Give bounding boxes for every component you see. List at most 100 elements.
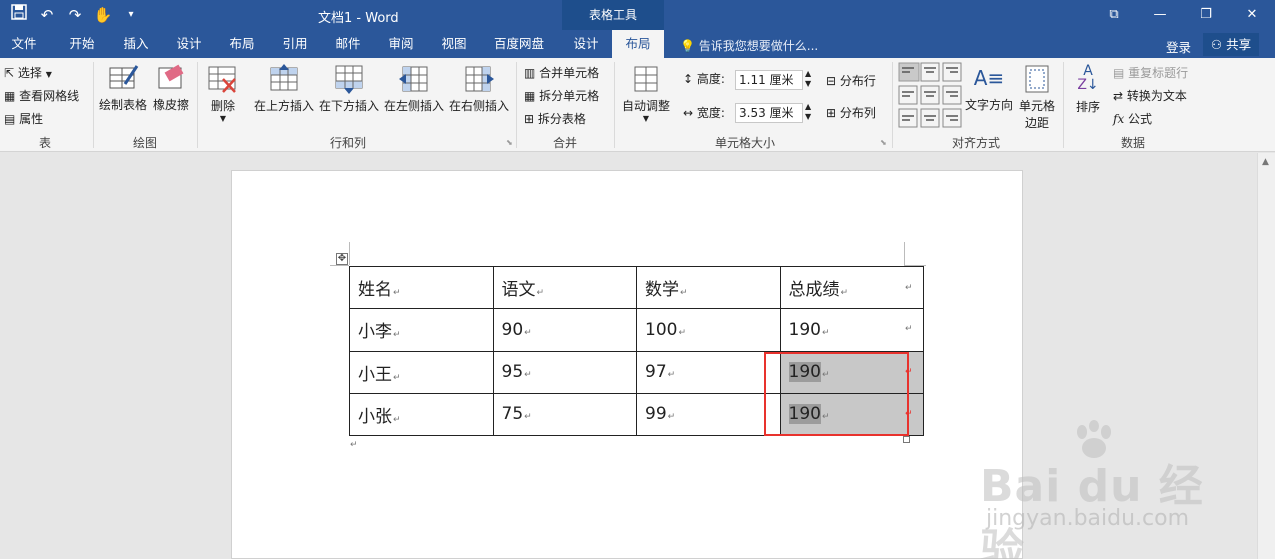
width-spinner[interactable]: ▲ ▼ [805, 102, 811, 122]
table-cell[interactable]: 99↵ [636, 392, 781, 437]
group-label-merge: 合并 [552, 136, 577, 150]
restore-icon[interactable]: ❐ [1183, 0, 1229, 30]
split-cells-button[interactable]: ▦ 拆分单元格 [524, 87, 599, 104]
formula-button[interactable]: fx 公式 [1113, 110, 1152, 127]
login-link[interactable]: 登录 [1166, 37, 1191, 56]
text-direction-icon: A≡ [973, 66, 1005, 90]
vertical-scrollbar[interactable]: ▲ [1257, 153, 1275, 559]
share-button[interactable]: ⚇ 共享 [1203, 33, 1259, 56]
paragraph-mark: ↵ [393, 414, 401, 425]
scroll-up-arrow-icon[interactable]: ▲ [1262, 157, 1269, 167]
share-label: 共享 [1226, 37, 1252, 52]
width-input[interactable]: 3.53 厘米 [735, 103, 803, 123]
paragraph-mark: ↵ [524, 327, 532, 338]
close-icon[interactable]: ✕ [1229, 0, 1275, 30]
save-icon[interactable] [8, 4, 30, 26]
draw-table-button[interactable]: 绘制表格 [98, 64, 148, 113]
insert-right-button[interactable]: 在右侧插入 [448, 64, 510, 114]
table-header-cell[interactable]: 语文↵ [492, 265, 637, 310]
cell-text: 97 [645, 362, 667, 383]
table-cell[interactable]: 190↵ [779, 308, 924, 352]
sort-button[interactable]: A Z↓ 排序 [1071, 64, 1105, 115]
insert-above-button[interactable]: 在上方插入 [253, 64, 315, 114]
table-header-cell[interactable]: 数学↵ [636, 265, 781, 310]
repeat-header-label: 重复标题行 [1128, 66, 1189, 80]
paragraph-mark: ↵ [536, 288, 545, 299]
repeat-header-button[interactable]: ▤ 重复标题行 [1113, 64, 1188, 81]
table-move-handle-icon[interactable]: ✥ [336, 253, 348, 265]
ribbon-display-icon[interactable]: ⧉ [1091, 0, 1137, 30]
select-button[interactable]: ⇱ 选择 ▼ [4, 64, 52, 81]
distribute-cols-icon: ⊞ [826, 106, 837, 120]
cell-text: 数学 [645, 280, 679, 301]
table-cell[interactable]: 小李↵ [349, 308, 494, 352]
cursor-arrow-icon: ⇱ [4, 66, 15, 80]
properties-button[interactable]: ▤ 属性 [4, 110, 43, 127]
insert-below-button[interactable]: 在下方插入 [318, 64, 380, 114]
cell-text: 190 [788, 319, 821, 340]
minimize-icon[interactable]: — [1137, 0, 1183, 30]
tab-home[interactable]: 开始 [58, 30, 106, 58]
window-controls: ⧉ — ❐ ✕ [1091, 0, 1275, 30]
insert-right-icon [465, 66, 494, 92]
distribute-rows-button[interactable]: ⊟ 分布行 [826, 72, 876, 89]
paragraph-mark: ↵ [678, 327, 686, 338]
tab-view[interactable]: 视图 [430, 30, 478, 58]
tab-design[interactable]: 设计 [165, 30, 213, 58]
cell-text: 小张 [358, 406, 392, 427]
redo-icon[interactable]: ↷ [64, 4, 86, 26]
tab-baidu-netdisk[interactable]: 百度网盘 [485, 30, 553, 58]
delete-button[interactable]: 删除 ▼ [203, 64, 243, 123]
cell-text: 90 [501, 319, 524, 340]
table-resize-handle[interactable] [903, 436, 910, 443]
paragraph-mark: ↵ [393, 330, 401, 341]
cell-margins-label-2: 边距 [1024, 116, 1049, 130]
height-input[interactable]: 1.11 厘米 [735, 70, 803, 90]
table-cell[interactable]: 97↵ [636, 350, 781, 394]
width-icon: ↔ [683, 106, 694, 120]
table-cell[interactable]: 小王↵ [349, 350, 494, 394]
dialog-launcher-icon[interactable]: ⬊ [506, 138, 513, 147]
height-label: ↕ 高度: [683, 70, 725, 87]
tab-references[interactable]: 引用 [271, 30, 319, 58]
height-spinner[interactable]: ▲ ▼ [805, 69, 811, 89]
table-cell[interactable]: 95↵ [492, 350, 637, 394]
tab-table-design[interactable]: 设计 [562, 30, 610, 58]
alignment-buttons-icon[interactable] [898, 62, 962, 128]
split-table-button[interactable]: ⊞ 拆分表格 [524, 110, 586, 127]
lightbulb-icon: 💡 [680, 39, 695, 53]
dialog-launcher-icon[interactable]: ⬊ [880, 138, 887, 147]
convert-to-text-icon: ⇄ [1113, 89, 1124, 103]
distribute-cols-button[interactable]: ⊞ 分布列 [826, 104, 876, 121]
convert-to-text-button[interactable]: ⇄ 转换为文本 [1113, 87, 1187, 104]
tab-insert[interactable]: 插入 [112, 30, 160, 58]
merge-cells-button[interactable]: ▥ 合并单元格 [524, 64, 599, 81]
tell-me-box[interactable]: 💡 告诉我您想要做什么... [680, 37, 818, 54]
autofit-button[interactable]: 自动调整 ▼ [620, 64, 672, 123]
table-header-cell[interactable]: 姓名↵ [349, 265, 494, 310]
table-cell[interactable]: 小张↵ [349, 392, 494, 437]
tab-mailings[interactable]: 邮件 [324, 30, 372, 58]
view-gridlines-label: 查看网格线 [19, 89, 80, 103]
dropdown-arrow-icon: ▼ [45, 70, 52, 79]
table-cell[interactable]: 75↵ [492, 392, 637, 437]
eraser-button[interactable]: 橡皮擦 [151, 64, 191, 113]
undo-icon[interactable]: ↶ [36, 4, 58, 26]
formula-fx-icon: fx [1113, 112, 1125, 126]
sort-az-icon: A Z↓ [1077, 63, 1099, 93]
tab-file[interactable]: 文件 [0, 30, 48, 58]
table-cell[interactable]: 100↵ [636, 308, 781, 352]
tab-layout[interactable]: 布局 [218, 30, 266, 58]
text-direction-button[interactable]: A≡ 文字方向 [964, 64, 1014, 113]
tab-table-layout[interactable]: 布局 [612, 30, 664, 58]
customize-qat-icon[interactable]: ▾ [120, 4, 142, 26]
insert-left-button[interactable]: 在左侧插入 [383, 64, 445, 114]
table-header-cell[interactable]: 总成绩↵ [779, 265, 924, 310]
view-gridlines-button[interactable]: ▦ 查看网格线 [4, 87, 79, 104]
end-of-row-mark: ↵ [905, 283, 913, 293]
tab-review[interactable]: 审阅 [377, 30, 425, 58]
dropdown-arrow-icon: ▼ [642, 114, 650, 123]
cell-margins-button[interactable]: 单元格 边距 [1016, 64, 1058, 131]
table-cell[interactable]: 90↵ [492, 308, 637, 352]
touch-mode-icon[interactable]: ✋ [92, 4, 114, 26]
